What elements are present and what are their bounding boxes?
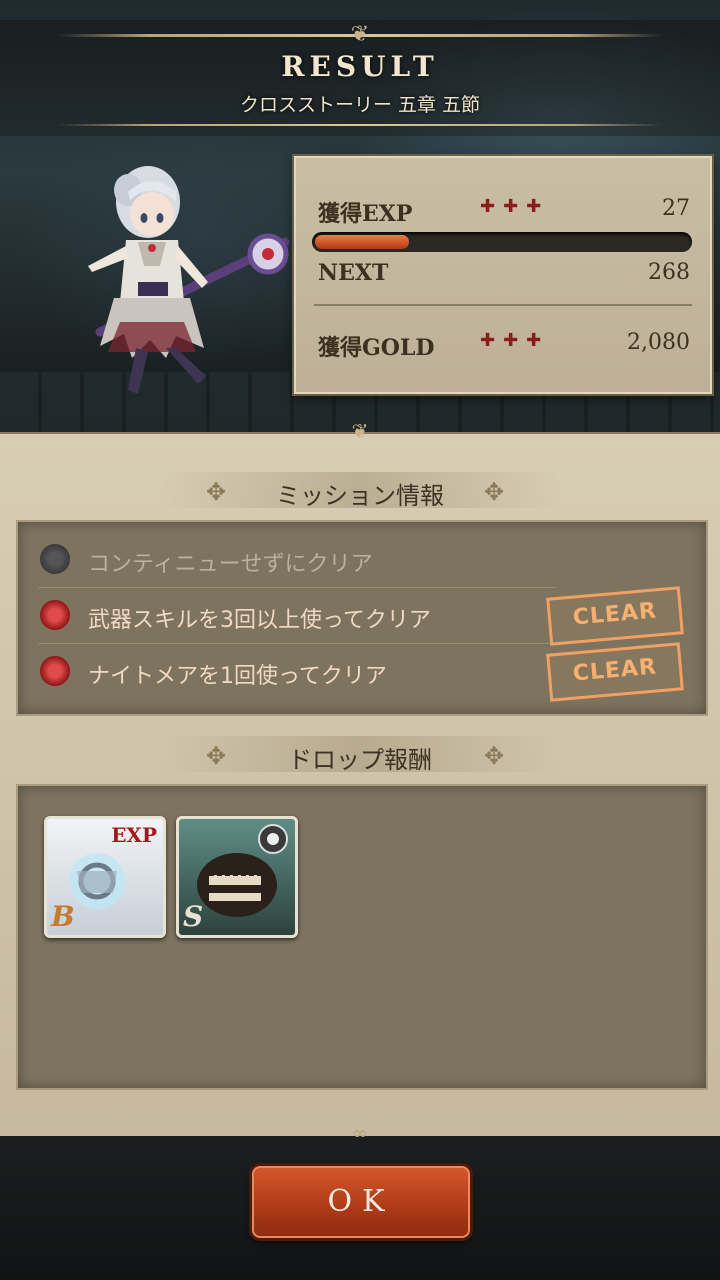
mission-item: 武器スキルを3回以上使ってクリア CLEAR bbox=[18, 586, 706, 646]
gold-crosses-icon: ✚✚✚ bbox=[480, 330, 550, 351]
next-label: NEXT bbox=[318, 260, 389, 286]
drop-reward-list: EXP B S bbox=[16, 784, 708, 1090]
mission-text: 武器スキルを3回以上使ってクリア bbox=[88, 608, 431, 633]
drop-right-ornament-icon: ✥ bbox=[484, 742, 505, 770]
rose-inactive-icon bbox=[40, 544, 70, 574]
exp-value: 27 bbox=[662, 196, 690, 221]
result-parchment: ✥ ミッション情報 ✥ コンティニューせずにクリア 武器スキルを3回以上使ってク… bbox=[0, 432, 720, 1141]
mission-left-ornament-icon: ✥ bbox=[206, 478, 227, 506]
exp-crosses-icon: ✚✚✚ bbox=[480, 196, 550, 217]
clear-stamp: CLEAR bbox=[546, 642, 684, 702]
exp-progress-bar bbox=[312, 232, 692, 252]
footer-ornament-icon: ∞ bbox=[352, 1123, 368, 1144]
drop-item-card[interactable]: EXP B bbox=[44, 816, 166, 938]
mission-list: コンティニューせずにクリア 武器スキルを3回以上使ってクリア CLEAR ナイト… bbox=[16, 520, 708, 716]
header-line-bottom bbox=[58, 124, 662, 126]
mission-text: コンティニューせずにクリア bbox=[88, 552, 373, 577]
clear-stamp: CLEAR bbox=[546, 586, 684, 646]
next-value: 268 bbox=[648, 260, 690, 285]
drop-left-ornament-icon: ✥ bbox=[206, 742, 227, 770]
header-ornament-icon: ❦ bbox=[350, 22, 370, 47]
mission-section-title: ミッション情報 bbox=[276, 482, 444, 510]
mission-section-header: ✥ ミッション情報 ✥ bbox=[0, 470, 720, 510]
mission-item: ナイトメアを1回使ってクリア CLEAR bbox=[18, 642, 706, 702]
item-rank: S bbox=[183, 900, 204, 933]
drop-section-header: ✥ ドロップ報酬 ✥ bbox=[0, 734, 720, 774]
exp-badge: EXP bbox=[111, 823, 157, 847]
drop-item-card[interactable]: S bbox=[176, 816, 298, 938]
mission-item: コンティニューせずにクリア bbox=[18, 532, 706, 588]
drop-section-title: ドロップ報酬 bbox=[288, 746, 432, 774]
stats-divider bbox=[314, 304, 692, 306]
gold-value: 2,080 bbox=[627, 330, 690, 355]
rose-cleared-icon bbox=[40, 656, 70, 686]
item-rank: B bbox=[51, 900, 75, 933]
mission-right-ornament-icon: ✥ bbox=[484, 478, 505, 506]
exp-label: 獲得EXP bbox=[318, 201, 413, 227]
reward-stats-panel: 獲得EXP ✚✚✚ 27 NEXT 268 獲得GOLD ✚✚✚ 2,080 bbox=[294, 156, 712, 394]
result-title: RESULT bbox=[281, 50, 439, 83]
mission-text: ナイトメアを1回使ってクリア bbox=[88, 664, 387, 689]
ok-button[interactable]: OK bbox=[252, 1166, 470, 1238]
gold-label: 獲得GOLD bbox=[318, 335, 435, 361]
stage-name: クロスストーリー 五章 五節 bbox=[239, 94, 481, 116]
exp-progress-fill bbox=[315, 235, 409, 249]
rose-cleared-icon bbox=[40, 600, 70, 630]
divider-ornament-icon: ❦ bbox=[351, 419, 369, 443]
character-sprite bbox=[88, 166, 290, 394]
